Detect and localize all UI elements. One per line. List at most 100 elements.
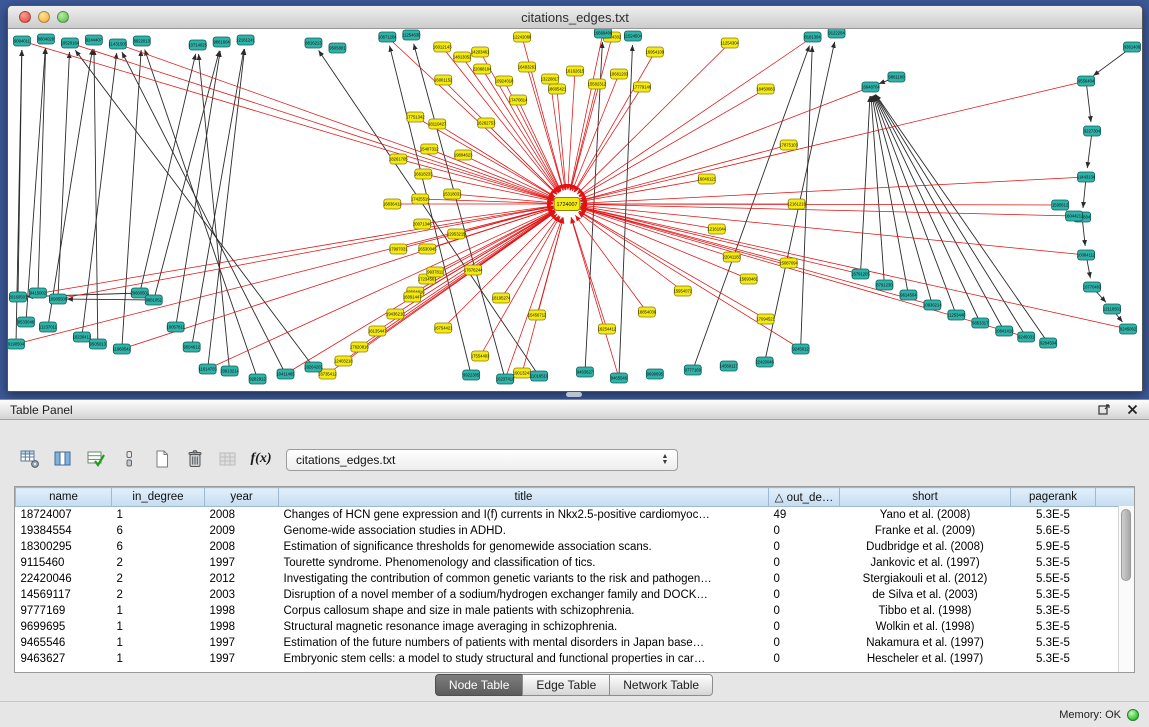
graph-node[interactable]: 15954072 <box>673 286 692 296</box>
column-header-year[interactable]: year <box>205 488 279 507</box>
graph-node[interactable]: 17779146 <box>633 82 652 92</box>
show-columns-icon[interactable] <box>49 446 77 472</box>
graph-node[interactable]: 10411465 <box>276 369 295 379</box>
graph-node[interactable]: 9361408 <box>1124 42 1141 52</box>
graph-node[interactable]: 9937811 <box>427 267 444 277</box>
graph-node[interactable]: 18261705 <box>389 154 408 164</box>
graph-node[interactable]: 11237011 <box>39 322 58 332</box>
table-row[interactable]: 946554611997Estimation of the future num… <box>16 635 1135 651</box>
graph-node[interactable]: 22420046 <box>755 357 774 367</box>
graph-node[interactable]: 16254412 <box>598 324 617 334</box>
graph-node[interactable]: 16046121 <box>697 174 716 184</box>
table-row[interactable]: 1938455462009Genome-wide association stu… <box>16 523 1135 539</box>
table-selector-dropdown[interactable]: citations_edges.txt ▲▼ <box>286 449 678 471</box>
graph-node[interactable]: 15407312 <box>420 144 439 154</box>
graph-node[interactable]: 12242068 <box>513 32 532 42</box>
graph-node[interactable]: 17620816 <box>350 342 369 352</box>
graph-node[interactable]: 17875103 <box>779 140 798 150</box>
graph-node[interactable]: 9504612 <box>183 342 200 352</box>
graph-node[interactable]: 8922013 <box>133 36 150 46</box>
graph-node[interactable]: 11254304 <box>721 38 740 48</box>
column-header-short[interactable]: short <box>840 488 1011 507</box>
graph-node[interactable]: 9415002 <box>29 288 46 298</box>
graph-node[interactable]: 17094521 <box>756 314 775 324</box>
tab-edge-table[interactable]: Edge Table <box>522 674 610 696</box>
graph-node[interactable]: 12161044 <box>707 224 726 234</box>
graph-node[interactable]: 11253446 <box>947 310 966 320</box>
graph-node[interactable]: 9284504 <box>1040 338 1057 348</box>
graph-node[interactable]: 9556404 <box>1078 76 1095 86</box>
graph-node[interactable]: 9861604 <box>213 37 230 47</box>
float-panel-icon[interactable] <box>1097 403 1111 417</box>
table-row[interactable]: 1830029562008Estimation of significance … <box>16 539 1135 555</box>
column-header-name[interactable]: name <box>16 488 112 507</box>
graph-node[interactable]: 16493261 <box>518 62 537 72</box>
graph-node[interactable]: 9190504 <box>8 339 25 349</box>
graph-node[interactable]: 15456712 <box>528 310 547 320</box>
graph-node[interactable]: 8604028 <box>37 34 54 44</box>
close-window-button[interactable] <box>19 11 31 23</box>
table-row[interactable]: 911546021997Tourette syndrome. Phenomeno… <box>16 555 1135 571</box>
graph-node[interactable]: 11960542 <box>113 344 132 354</box>
graph-node[interactable]: 12110501 <box>1103 304 1122 314</box>
graph-node[interactable]: 12403218 <box>334 356 353 366</box>
graph-node[interactable]: 10924018 <box>495 76 514 86</box>
graph-node[interactable]: 15693481 <box>739 274 758 284</box>
graph-node[interactable]: 20913214 <box>220 366 239 376</box>
graph-node[interactable]: 16754421 <box>434 323 453 333</box>
graph-node[interactable]: 15318031 <box>443 189 462 199</box>
split-pane-handle[interactable] <box>566 392 582 397</box>
graph-node[interactable]: 17751342 <box>406 112 425 122</box>
graph-node[interactable]: 11016510 <box>530 371 549 381</box>
graph-node[interactable]: 16954109 <box>646 47 665 57</box>
function-builder-icon[interactable]: f(x) <box>247 446 275 472</box>
graph-node[interactable]: 12953215 <box>447 229 466 239</box>
graph-node[interactable]: 12161210 <box>787 199 806 209</box>
graph-node[interactable]: 1595812 <box>1052 200 1069 210</box>
graph-node[interactable]: 20071346 <box>413 219 432 229</box>
graph-node[interactable]: 16001152 <box>434 75 453 85</box>
graph-node[interactable]: 11254630 <box>402 30 421 40</box>
graph-node[interactable]: 10057811 <box>167 322 186 332</box>
graph-node[interactable]: 16791205 <box>851 269 870 279</box>
graph-node[interactable]: 16162615 <box>566 66 585 76</box>
graph-node[interactable]: 10671204 <box>378 32 397 42</box>
graph-node[interactable]: 16530045 <box>418 244 437 254</box>
graph-node[interactable]: 10905506 <box>49 294 68 304</box>
graph-node[interactable]: 18264201 <box>304 362 323 372</box>
graph-node[interactable]: 19436210 <box>386 309 405 319</box>
graph-node[interactable]: 9699695 <box>646 369 663 379</box>
graph-node[interactable]: 9122204 <box>828 29 845 38</box>
graph-node[interactable]: 12161241 <box>236 35 255 45</box>
graph-node[interactable]: 9881052 <box>145 295 162 305</box>
table-row[interactable]: 977716911998Corpus callosum shape and si… <box>16 603 1135 619</box>
graph-node[interactable]: 9922305 <box>463 370 480 380</box>
graph-node[interactable]: 9505801 <box>329 43 346 53</box>
delete-column-icon[interactable] <box>181 446 209 472</box>
graph-node[interactable]: 10084112 <box>1077 250 1096 260</box>
zoom-window-button[interactable] <box>57 11 69 23</box>
graph-node[interactable]: 16836412 <box>383 199 402 209</box>
selection-mode-icon[interactable] <box>115 446 143 472</box>
graph-node[interactable]: 19804623 <box>454 150 473 160</box>
graph-node[interactable]: 9282912 <box>249 374 266 384</box>
graph-node[interactable]: 18605421 <box>548 84 567 94</box>
column-header-in_degree[interactable]: in_degree <box>112 488 205 507</box>
graph-node[interactable]: 10936214 <box>923 300 942 310</box>
graph-node[interactable]: 9861100 <box>888 72 905 82</box>
graph-node[interactable]: 11524504 <box>624 31 643 41</box>
graph-node[interactable]: 18195274 <box>492 293 511 303</box>
graph-node[interactable]: 14569117 <box>720 361 739 371</box>
graph-node[interactable]: 9094011 <box>13 36 30 46</box>
network-canvas[interactable]: 1860542117470814162627531980462315318031… <box>8 29 1142 391</box>
table-mode-icon[interactable] <box>16 446 44 472</box>
table-row[interactable]: 969969511998Structural magnetic resonanc… <box>16 619 1135 635</box>
graph-node[interactable]: 18450083 <box>756 84 775 94</box>
column-header-pagerank[interactable]: pagerank <box>1011 488 1096 507</box>
column-header-title[interactable]: title <box>279 488 769 507</box>
graph-node[interactable]: 10714025 <box>188 40 207 50</box>
graph-node[interactable]: 9505013 <box>89 339 106 349</box>
graph-node[interactable]: 9614504 <box>900 290 917 300</box>
scrollbar-thumb[interactable] <box>1121 509 1131 581</box>
graph-node[interactable]: 14203461 <box>471 47 490 57</box>
